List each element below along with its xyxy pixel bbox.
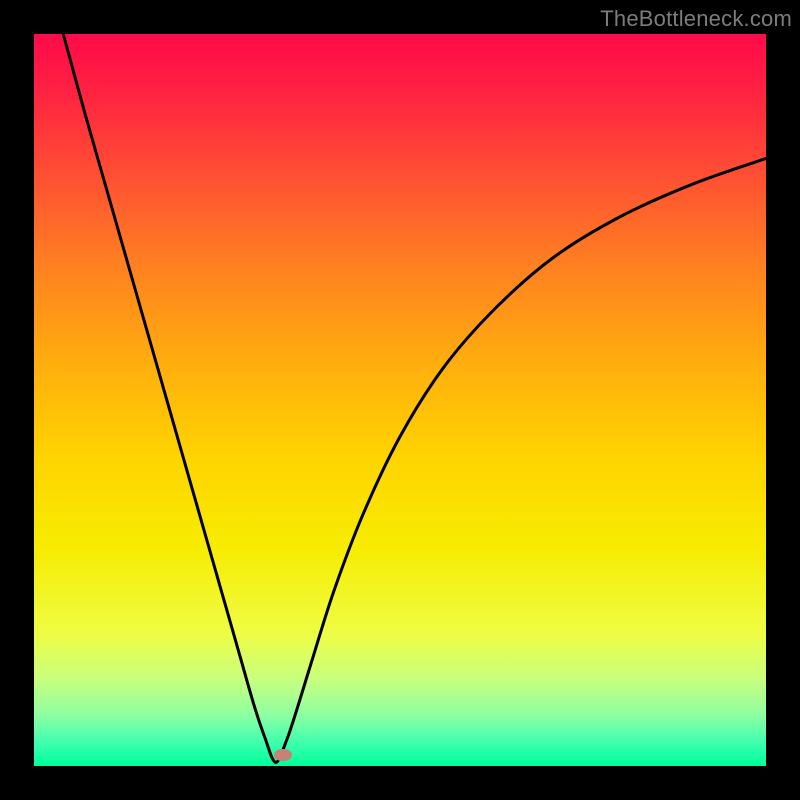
bottleneck-curve xyxy=(34,34,766,766)
plot-area xyxy=(34,34,766,766)
optimal-point-marker xyxy=(274,749,292,761)
watermark-text: TheBottleneck.com xyxy=(600,6,792,32)
chart-frame: TheBottleneck.com xyxy=(0,0,800,800)
